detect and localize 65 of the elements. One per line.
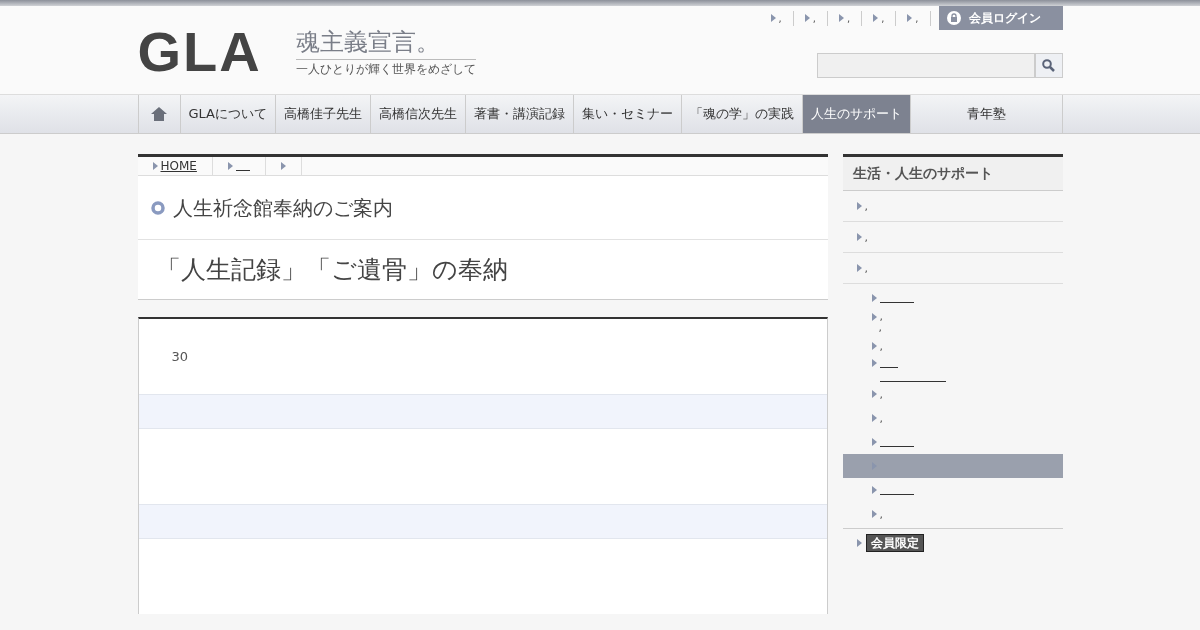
sidebar-link[interactable]: ,	[864, 231, 868, 243]
arrow-icon	[907, 14, 913, 22]
sidebar-item[interactable]: ,	[842, 502, 1063, 526]
top-link[interactable]: ,	[896, 10, 931, 26]
top-link[interactable]: ,	[793, 10, 828, 26]
sidebar-item[interactable]: ,	[842, 334, 1063, 358]
arrow-icon	[871, 486, 877, 494]
arrow-icon	[873, 14, 879, 22]
nav-tab[interactable]: 高橋信次先生	[371, 95, 466, 133]
arrow-icon	[871, 312, 877, 321]
arrow-icon	[770, 14, 776, 22]
top-link[interactable]: ,	[862, 10, 897, 26]
arrow-icon	[871, 294, 877, 302]
top-link[interactable]: ,	[759, 10, 794, 26]
nav-tab[interactable]: 集い・セミナー	[574, 95, 682, 133]
arrow-icon	[856, 539, 862, 547]
sidebar-link[interactable]: ,	[879, 412, 883, 424]
arrow-icon	[838, 14, 844, 22]
subtagline: 一人ひとりが輝く世界をめざして	[295, 60, 476, 78]
sidebar-item[interactable]: ,	[842, 382, 1063, 406]
members-only-badge[interactable]: 会員限定	[865, 534, 924, 552]
arrow-icon	[871, 510, 877, 518]
sidebar-link[interactable]: ,	[879, 340, 883, 352]
arrow-icon	[871, 359, 877, 367]
arrow-icon	[804, 14, 810, 22]
sidebar-item[interactable]: , ,	[842, 310, 1063, 334]
nav-tab[interactable]: 著書・講演記録	[466, 95, 574, 133]
arrow-icon	[152, 162, 158, 170]
sidebar-item[interactable]: ,	[842, 256, 1063, 280]
lock-icon	[946, 11, 961, 25]
sidebar-link[interactable]: ,	[879, 311, 883, 322]
search-icon	[1042, 59, 1055, 72]
content-text: 30	[171, 347, 189, 366]
nav-tab[interactable]: 高橋佳子先生	[276, 95, 371, 133]
sidebar-item[interactable]: ,	[842, 406, 1063, 430]
arrow-icon	[856, 264, 862, 272]
nav-tab[interactable]: 青年塾	[911, 95, 1063, 133]
sidebar-item[interactable]: ,	[842, 194, 1063, 218]
nav-tab[interactable]: GLAについて	[180, 95, 276, 133]
arrow-icon	[871, 342, 877, 350]
breadcrumb-link[interactable]: HOME	[160, 157, 197, 175]
sidebar-link[interactable]: ,	[879, 508, 883, 520]
arrow-icon	[280, 162, 286, 170]
sidebar-link[interactable]: ,	[864, 262, 868, 274]
top-link[interactable]: ,	[827, 10, 863, 26]
sidebar-link[interactable]: ,	[871, 322, 1063, 333]
sidebar-item[interactable]: ,	[842, 225, 1063, 249]
tagline: 魂主義宣言。	[295, 26, 476, 60]
arrow-icon	[871, 390, 877, 398]
arrow-icon	[871, 438, 877, 446]
logo[interactable]: GLA	[137, 24, 262, 80]
home-icon	[151, 107, 167, 121]
arrow-icon	[856, 233, 862, 241]
arrow-icon	[871, 414, 877, 422]
search-button[interactable]	[1034, 53, 1063, 78]
search-field[interactable]	[816, 53, 1035, 78]
sidebar-title: 生活・人生のサポート	[852, 164, 993, 183]
page-title: 「人生記録」「ご遺骨」の奉納	[155, 253, 508, 286]
arrow-icon	[227, 162, 233, 170]
nav-tab[interactable]: 人生のサポート	[803, 95, 911, 133]
sidebar-link[interactable]: ,	[879, 388, 883, 400]
sidebar-link[interactable]: ,	[864, 200, 868, 212]
arrow-icon	[856, 202, 862, 210]
ring-bullet-icon	[150, 200, 165, 215]
section-title: 人生祈念館奉納のご案内	[172, 194, 393, 222]
